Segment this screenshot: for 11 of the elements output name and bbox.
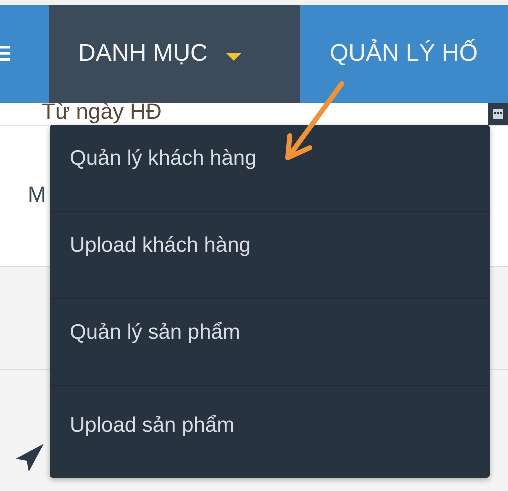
menu-item[interactable]: Quản lý khách hàng [50, 125, 490, 212]
nav-tab[interactable]: DANH MỤC [48, 5, 300, 103]
calendar-icon [493, 109, 503, 119]
menu-item[interactable]: Upload khách hàng [50, 212, 490, 299]
calendar-button[interactable] [488, 103, 508, 125]
send-icon[interactable] [14, 442, 46, 474]
field-label: M [28, 182, 46, 208]
caret-icon [226, 53, 242, 61]
menu-item[interactable]: Quản lý sản phẩm [50, 299, 490, 386]
field-label: Từ ngày HĐ [42, 103, 162, 125]
menu-item[interactable]: Upload sản phẩm [50, 386, 490, 478]
